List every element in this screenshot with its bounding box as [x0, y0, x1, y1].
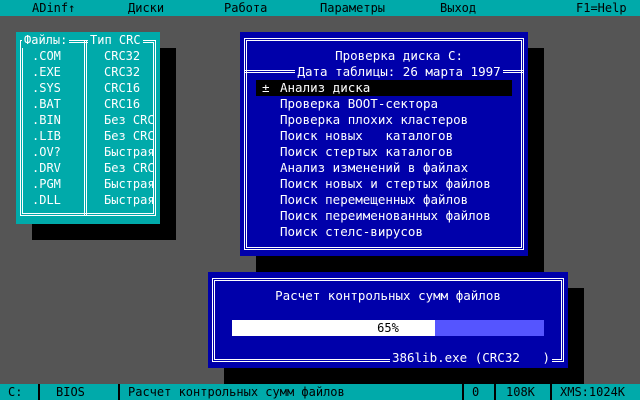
table-date: Дата таблицы: 26 марта 1997	[295, 64, 503, 79]
file-ext: .EXE	[32, 65, 61, 79]
current-file: 386lib.exe (CRC32 )	[389, 350, 552, 366]
menu-parameters[interactable]: Параметры	[320, 0, 385, 16]
file-ext: .OV?	[32, 145, 61, 159]
disk-check-panel: Проверка диска C: Дата таблицы: 26 марта…	[240, 32, 528, 256]
progress-bar: 65%	[232, 320, 544, 336]
status-count: 0	[472, 385, 480, 399]
action-label: Проверка BOOT-сектора	[280, 96, 439, 111]
file-ext: .LIB	[32, 129, 61, 143]
file-ext: .DLL	[32, 193, 61, 207]
file-ext: .BAT	[32, 97, 61, 111]
file-row[interactable]: .DRV Без CRC	[16, 160, 160, 176]
files-header-method: Тип CRC	[88, 32, 143, 48]
file-ext: .SYS	[32, 81, 61, 95]
status-divider	[550, 384, 552, 400]
status-divider	[462, 384, 464, 400]
status-divider	[38, 384, 40, 400]
menu-exit[interactable]: Выход	[440, 0, 476, 16]
menu-adinf[interactable]: ADinf↑	[32, 0, 75, 16]
action-analyze-disk[interactable]: ± Анализ диска	[256, 80, 512, 96]
action-find-stealth-viruses[interactable]: Поиск стелс-вирусов	[256, 224, 512, 240]
file-crc-method: Без CRC	[104, 113, 155, 127]
action-analyze-file-changes[interactable]: Анализ изменений в файлах	[256, 160, 512, 176]
action-check-boot[interactable]: Проверка BOOT-сектора	[256, 96, 512, 112]
file-crc-method: Без CRC	[104, 161, 155, 175]
file-crc-method: Без CRC	[104, 129, 155, 143]
progress-percent: 65%	[377, 321, 399, 335]
action-find-renamed-files[interactable]: Поиск переименованных файлов	[256, 208, 512, 224]
file-crc-method: CRC32	[104, 49, 141, 63]
action-label: Поиск перемещенных файлов	[280, 192, 469, 207]
file-crc-method: CRC32	[104, 65, 141, 79]
progress-caption: Расчет контрольных сумм файлов	[275, 288, 501, 303]
file-row[interactable]: .SYS CRC16	[16, 80, 160, 96]
files-header-ext: Файлы:	[22, 32, 70, 48]
file-row[interactable]: .PGM Быстрая	[16, 176, 160, 192]
menu-help[interactable]: F1=Help	[576, 0, 627, 16]
menu-bar: ADinf↑ Диски Работа Параметры Выход F1=H…	[0, 0, 640, 16]
file-types-panel: Файлы: Тип CRC .COM CRC32 .EXE CRC32 .SY…	[16, 32, 160, 224]
file-ext: .BIN	[32, 113, 61, 127]
file-row[interactable]: .BAT CRC16	[16, 96, 160, 112]
action-label: Поиск переименованных файлов	[280, 208, 491, 223]
menu-work[interactable]: Работа	[224, 0, 267, 16]
file-crc-method: CRC16	[104, 81, 141, 95]
status-memory: 108K	[506, 385, 535, 399]
file-ext: .COM	[32, 49, 61, 63]
file-ext: .DRV	[32, 161, 61, 175]
action-label: Поиск новых и стертых файлов	[280, 176, 491, 191]
action-label: Поиск стелс-вирусов	[280, 224, 423, 239]
status-divider	[118, 384, 120, 400]
action-label: Поиск стертых каталогов	[280, 144, 454, 159]
menu-disks[interactable]: Диски	[128, 0, 164, 16]
file-crc-method: Быстрая	[104, 145, 155, 159]
action-check-bad-clusters[interactable]: Проверка плохих кластеров	[256, 112, 512, 128]
file-row[interactable]: .LIB Без CRC	[16, 128, 160, 144]
selection-marker-icon: ±	[262, 80, 270, 95]
action-label: Поиск новых каталогов	[280, 128, 454, 143]
action-label: Анализ диска	[280, 80, 371, 95]
status-message: Расчет контрольных сумм файлов	[128, 385, 345, 399]
status-bios: BIOS	[56, 385, 85, 399]
file-row[interactable]: .OV? Быстрая	[16, 144, 160, 160]
status-xms: XMS:1024K	[560, 385, 626, 399]
action-find-deleted-dirs[interactable]: Поиск стертых каталогов	[256, 144, 512, 160]
status-divider	[494, 384, 496, 400]
action-label: Анализ изменений в файлах	[280, 160, 469, 175]
action-label: Проверка плохих кластеров	[280, 112, 469, 127]
status-bar: C: BIOS Расчет контрольных сумм файлов 0…	[0, 384, 640, 400]
file-row[interactable]: .EXE CRC32	[16, 64, 160, 80]
file-row[interactable]: .BIN Без CRC	[16, 112, 160, 128]
progress-panel: Расчет контрольных сумм файлов 65% 386li…	[208, 272, 568, 368]
file-ext: .PGM	[32, 177, 61, 191]
file-row[interactable]: .DLL Быстрая	[16, 192, 160, 208]
action-find-new-dirs[interactable]: Поиск новых каталогов	[256, 128, 512, 144]
file-crc-method: Быстрая	[104, 193, 155, 207]
action-find-new-deleted-files[interactable]: Поиск новых и стертых файлов	[256, 176, 512, 192]
status-drive: C:	[8, 385, 23, 399]
file-row[interactable]: .COM CRC32	[16, 48, 160, 64]
file-crc-method: Быстрая	[104, 177, 155, 191]
file-crc-method: CRC16	[104, 97, 141, 111]
action-find-moved-files[interactable]: Поиск перемещенных файлов	[256, 192, 512, 208]
